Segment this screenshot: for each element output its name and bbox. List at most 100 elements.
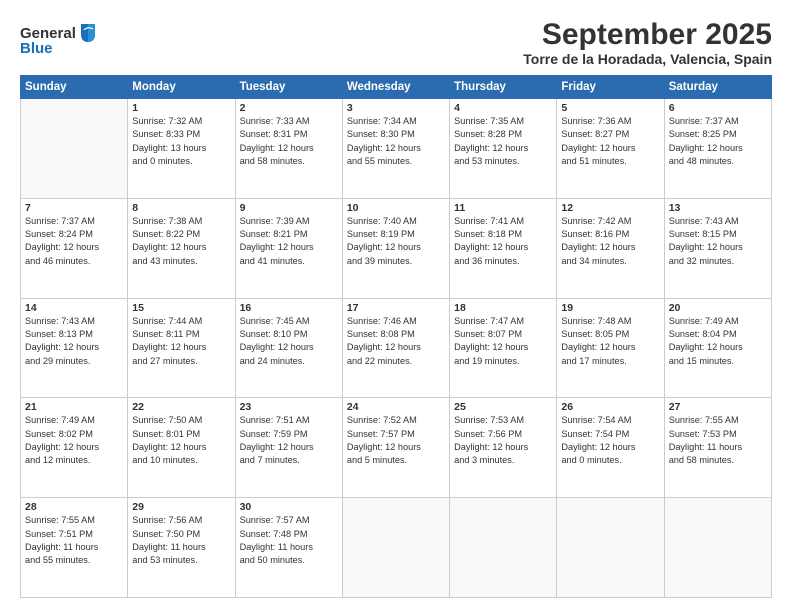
cell-line: and 27 minutes. xyxy=(132,356,197,366)
cell-line: Sunrise: 7:49 AM xyxy=(669,316,739,326)
table-row: 17Sunrise: 7:46 AMSunset: 8:08 PMDayligh… xyxy=(342,298,449,398)
day-number: 15 xyxy=(132,302,230,314)
day-number: 17 xyxy=(347,302,445,314)
cell-line: Daylight: 11 hours xyxy=(132,542,205,552)
day-number: 5 xyxy=(561,102,659,114)
cell-line: Sunrise: 7:47 AM xyxy=(454,316,524,326)
cell-line: Sunset: 7:57 PM xyxy=(347,429,415,439)
cell-line: and 50 minutes. xyxy=(240,555,305,565)
cell-line: and 48 minutes. xyxy=(669,156,734,166)
table-row: 26Sunrise: 7:54 AMSunset: 7:54 PMDayligh… xyxy=(557,398,664,498)
table-row: 7Sunrise: 7:37 AMSunset: 8:24 PMDaylight… xyxy=(21,198,128,298)
cell-content: Sunrise: 7:37 AMSunset: 8:24 PMDaylight:… xyxy=(25,215,123,268)
day-number: 27 xyxy=(669,401,767,413)
cell-line: Sunset: 7:48 PM xyxy=(240,529,308,539)
cell-line: Daylight: 12 hours xyxy=(347,143,421,153)
cell-line: Daylight: 13 hours xyxy=(132,143,206,153)
cell-line: Daylight: 12 hours xyxy=(454,442,528,452)
day-number: 8 xyxy=(132,202,230,214)
cell-line: and 0 minutes. xyxy=(132,156,192,166)
table-row xyxy=(664,498,771,598)
cell-line: Sunset: 8:10 PM xyxy=(240,329,308,339)
cell-line: Daylight: 12 hours xyxy=(240,242,314,252)
day-number: 11 xyxy=(454,202,552,214)
day-number: 19 xyxy=(561,302,659,314)
cell-content: Sunrise: 7:57 AMSunset: 7:48 PMDaylight:… xyxy=(240,514,338,567)
cell-line: Sunrise: 7:39 AM xyxy=(240,216,310,226)
cell-content: Sunrise: 7:33 AMSunset: 8:31 PMDaylight:… xyxy=(240,115,338,168)
table-row: 12 Sunrise: 7:42 AM Sunset: 8:16 PM Dayligh… xyxy=(557,198,664,298)
day-number: 26 xyxy=(561,401,659,413)
cell-content: Sunrise: 7:41 AMSunset: 8:18 PMDaylight:… xyxy=(454,215,552,268)
table-row: 16Sunrise: 7:45 AMSunset: 8:10 PMDayligh… xyxy=(235,298,342,398)
cell-line: Sunset: 7:53 PM xyxy=(669,429,737,439)
cell-line: Sunrise: 7:42 AM xyxy=(561,216,631,226)
title-block: September 2025 Torre de la Horadada, Val… xyxy=(523,18,772,67)
calendar-week-row: 28Sunrise: 7:55 AMSunset: 7:51 PMDayligh… xyxy=(21,498,772,598)
table-row: 21Sunrise: 7:49 AMSunset: 8:02 PMDayligh… xyxy=(21,398,128,498)
cell-content: Sunrise: 7:54 AMSunset: 7:54 PMDaylight:… xyxy=(561,414,659,467)
table-row: 14Sunrise: 7:43 AMSunset: 8:13 PMDayligh… xyxy=(21,298,128,398)
cell-line: Sunrise: 7:37 AM xyxy=(669,116,739,126)
header-saturday: Saturday xyxy=(664,76,771,99)
logo-blue: Blue xyxy=(20,40,53,57)
cell-line: Sunrise: 7:55 AM xyxy=(669,415,739,425)
page-title: September 2025 xyxy=(523,18,772,51)
cell-line: Sunset: 8:18 PM xyxy=(454,229,522,239)
cell-line: and 12 minutes. xyxy=(25,455,90,465)
cell-line: Sunset: 8:13 PM xyxy=(25,329,93,339)
cell-line: Daylight: 12 hours xyxy=(132,242,206,252)
cell-content: Sunrise: 7:34 AMSunset: 8:30 PMDaylight:… xyxy=(347,115,445,168)
day-number: 18 xyxy=(454,302,552,314)
cell-line: Daylight: 12 hours xyxy=(240,442,314,452)
cell-line: Sunrise: 7:36 AM xyxy=(561,116,631,126)
cell-line: and 36 minutes. xyxy=(454,256,519,266)
cell-line: and 46 minutes. xyxy=(25,256,90,266)
cell-line: Sunrise: 7:44 AM xyxy=(132,316,202,326)
cell-line: and 58 minutes. xyxy=(240,156,305,166)
cell-line: Sunrise: 7:43 AM xyxy=(669,216,739,226)
table-row: 9 Sunrise: 7:39 AM Sunset: 8:21 PM Daylight… xyxy=(235,198,342,298)
day-number: 12 xyxy=(561,202,659,214)
cell-line: and 17 minutes. xyxy=(561,356,626,366)
cell-line: Sunrise: 7:57 AM xyxy=(240,515,310,525)
cell-content: Sunrise: 7:43 AMSunset: 8:13 PMDaylight:… xyxy=(25,315,123,368)
header-sunday: Sunday xyxy=(21,76,128,99)
day-number: 4 xyxy=(454,102,552,114)
cell-line: Sunset: 8:21 PM xyxy=(240,229,308,239)
cell-line: Sunset: 7:54 PM xyxy=(561,429,629,439)
day-number: 2 xyxy=(240,102,338,114)
cell-line: Sunrise: 7:34 AM xyxy=(347,116,417,126)
cell-line: Daylight: 12 hours xyxy=(132,342,206,352)
cell-line: Sunset: 8:25 PM xyxy=(669,129,737,139)
cell-line: Daylight: 12 hours xyxy=(561,242,635,252)
cell-content: Sunrise: 7:49 AMSunset: 8:02 PMDaylight:… xyxy=(25,414,123,467)
logo-icon xyxy=(79,22,97,44)
cell-line: Daylight: 12 hours xyxy=(240,143,314,153)
cell-line: Sunrise: 7:50 AM xyxy=(132,415,202,425)
calendar-table: Sunday Monday Tuesday Wednesday Thursday… xyxy=(20,75,772,598)
cell-line: Sunset: 8:28 PM xyxy=(454,129,522,139)
cell-content: Sunrise: 7:51 AMSunset: 7:59 PMDaylight:… xyxy=(240,414,338,467)
cell-line: Sunrise: 7:54 AM xyxy=(561,415,631,425)
cell-content: Sunrise: 7:46 AMSunset: 8:08 PMDaylight:… xyxy=(347,315,445,368)
cell-content: Sunrise: 7:32 AMSunset: 8:33 PMDaylight:… xyxy=(132,115,230,168)
cell-line: Sunrise: 7:49 AM xyxy=(25,415,95,425)
day-number: 14 xyxy=(25,302,123,314)
day-number: 9 xyxy=(240,202,338,214)
cell-content: Sunrise: 7:44 AMSunset: 8:11 PMDaylight:… xyxy=(132,315,230,368)
header: General Blue September 2025 Torre de la … xyxy=(20,18,772,67)
cell-line: Sunset: 8:16 PM xyxy=(561,229,629,239)
table-row: 20Sunrise: 7:49 AMSunset: 8:04 PMDayligh… xyxy=(664,298,771,398)
cell-line: Sunrise: 7:37 AM xyxy=(25,216,95,226)
cell-line: and 10 minutes. xyxy=(132,455,197,465)
cell-line: and 19 minutes. xyxy=(454,356,519,366)
cell-line: and 58 minutes. xyxy=(669,455,734,465)
table-row: 13Sunrise: 7:43 AMSunset: 8:15 PMDayligh… xyxy=(664,198,771,298)
cell-content: Sunrise: 7:45 AMSunset: 8:10 PMDaylight:… xyxy=(240,315,338,368)
cell-line: Sunset: 8:24 PM xyxy=(25,229,93,239)
header-thursday: Thursday xyxy=(450,76,557,99)
cell-line: Sunset: 8:22 PM xyxy=(132,229,200,239)
day-number: 24 xyxy=(347,401,445,413)
cell-line: Sunset: 8:05 PM xyxy=(561,329,629,339)
